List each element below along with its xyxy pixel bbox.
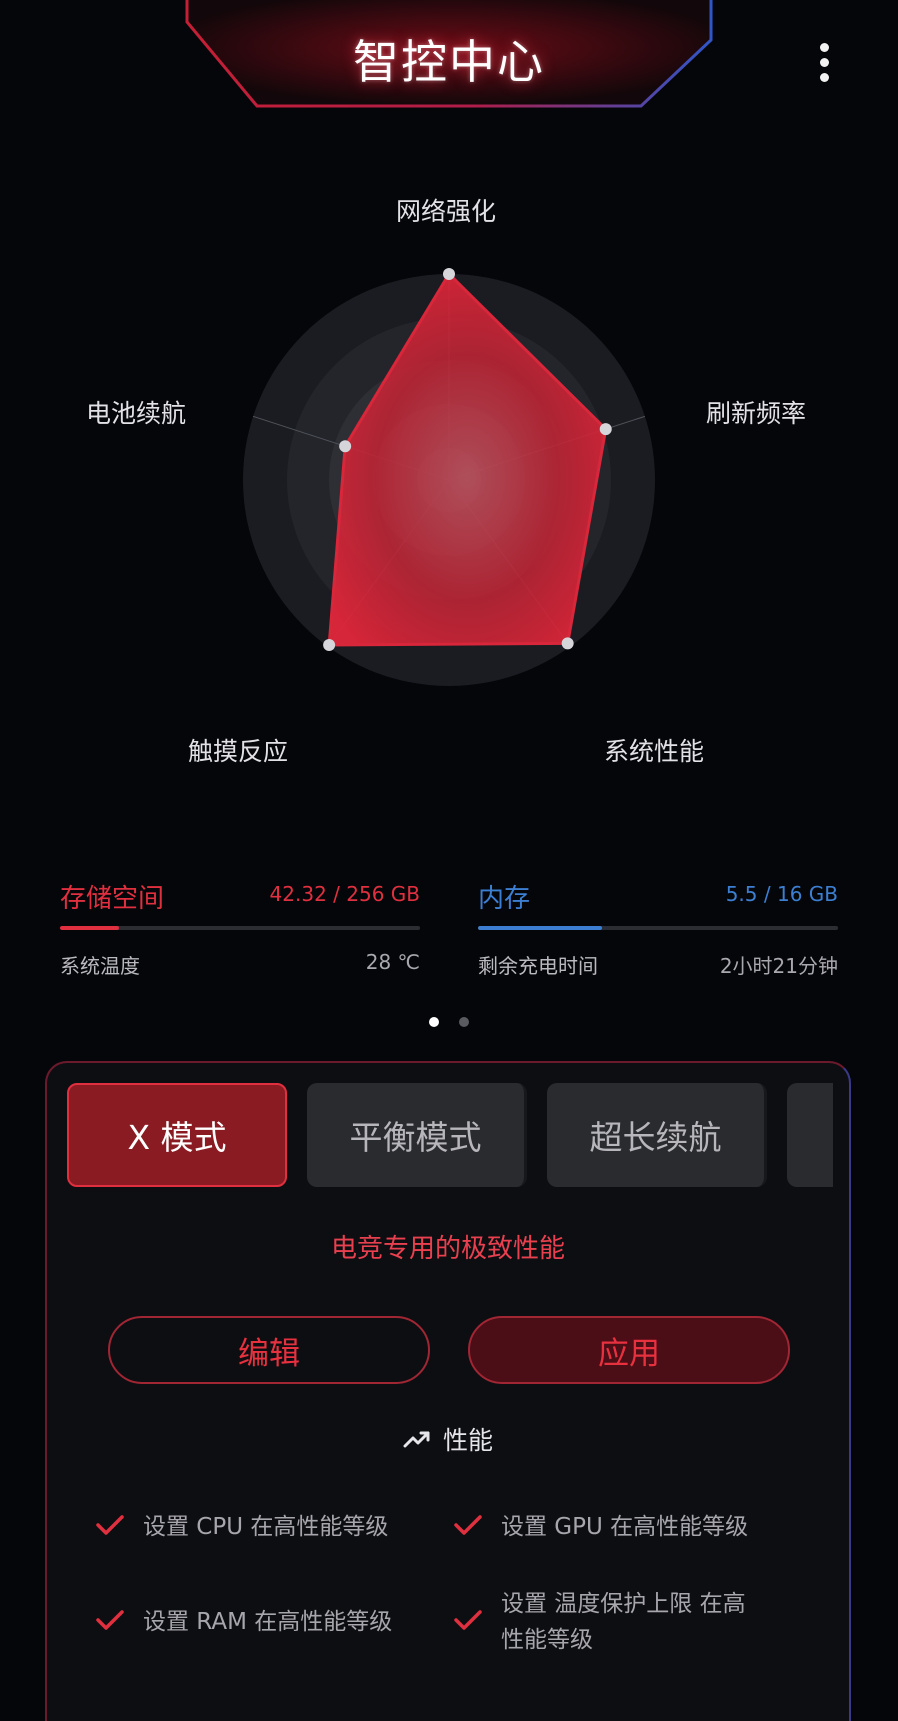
edit-button[interactable]: 编辑 [108,1316,430,1384]
temperature-label: 系统温度 [60,954,140,978]
feature-ram: 设置 RAM 在高性能等级 [95,1604,405,1640]
temperature-value: 28 ℃ [365,950,420,974]
page-indicator [0,1017,898,1027]
tab-x-mode[interactable]: X 模式 [67,1083,287,1187]
radar-point [323,638,336,651]
storage-progress-fill [60,926,120,930]
more-options-icon-dot [819,57,829,67]
feature-thermal: 设置 温度保护上限 在高性能等级 [453,1586,763,1658]
storage-stat: 存储空间 42.32 / 256 GB 系统温度 28 ℃ [60,878,420,978]
trending-up-icon [403,1431,430,1448]
charge-time-value: 2小时21分钟 [719,954,838,978]
check-icon [454,1515,482,1535]
check-icon [454,1610,482,1630]
radar-label-touch-response: 触摸反应 [188,737,289,766]
memory-progress-fill [478,926,602,930]
header: 智控中心 [184,0,714,110]
storage-value: 42.32 / 256 GB [269,882,420,906]
radar-label-network: 网络强化 [396,197,497,226]
tab-more-modes[interactable] [787,1083,833,1187]
performance-section-title: 性能 [47,1421,849,1457]
radar-point [561,637,574,650]
storage-progress-bar [60,926,420,930]
apply-button[interactable]: 应用 [468,1316,790,1384]
check-icon [96,1515,124,1535]
mode-panel: X 模式 平衡模式 超长续航 电竞专用的极致性能 编辑 应用 性能 设置 CPU… [45,1061,851,1721]
feature-gpu: 设置 GPU 在高性能等级 [453,1509,763,1545]
radar-label-refresh-rate: 刷新频率 [706,399,807,428]
feature-cpu-text: 设置 CPU 在高性能等级 [143,1514,389,1540]
radar-chart [243,268,655,686]
page-dot-2[interactable] [459,1017,469,1027]
radar-label-system-performance: 系统性能 [604,737,705,766]
page-title: 智控中心 [353,35,545,89]
mode-tabs: X 模式 平衡模式 超长续航 [67,1083,833,1189]
page-dot-1[interactable] [429,1017,439,1027]
storage-label: 存储空间 [60,884,165,914]
more-options-icon-dot [819,72,829,82]
memory-stat: 内存 5.5 / 16 GB 剩余充电时间 2小时21分钟 [478,878,838,978]
tab-ultra-battery[interactable]: 超长续航 [547,1083,767,1187]
charge-time-label: 剩余充电时间 [478,954,598,978]
performance-section-label: 性能 [442,1426,493,1455]
feature-gpu-text: 设置 GPU 在高性能等级 [501,1514,749,1540]
more-options-icon [819,42,829,52]
memory-progress-bar [478,926,838,930]
radar-point [443,268,455,280]
more-options-button[interactable] [806,36,842,88]
radar-point [599,423,612,436]
performance-radar: 网络强化 刷新频率 系统性能 触摸反应 电池续航 [0,150,898,790]
feature-ram-text: 设置 RAM 在高性能等级 [143,1609,393,1635]
radar-label-battery-life: 电池续航 [86,399,187,428]
mode-description: 电竞专用的极致性能 [330,1234,565,1264]
memory-label: 内存 [478,884,531,914]
feature-thermal-text: 设置 温度保护上限 在高性能等级 [501,1591,746,1653]
feature-cpu: 设置 CPU 在高性能等级 [95,1509,405,1545]
memory-value: 5.5 / 16 GB [725,882,838,906]
check-icon [96,1610,124,1630]
tab-balanced-mode[interactable]: 平衡模式 [307,1083,527,1187]
radar-point [339,440,352,453]
